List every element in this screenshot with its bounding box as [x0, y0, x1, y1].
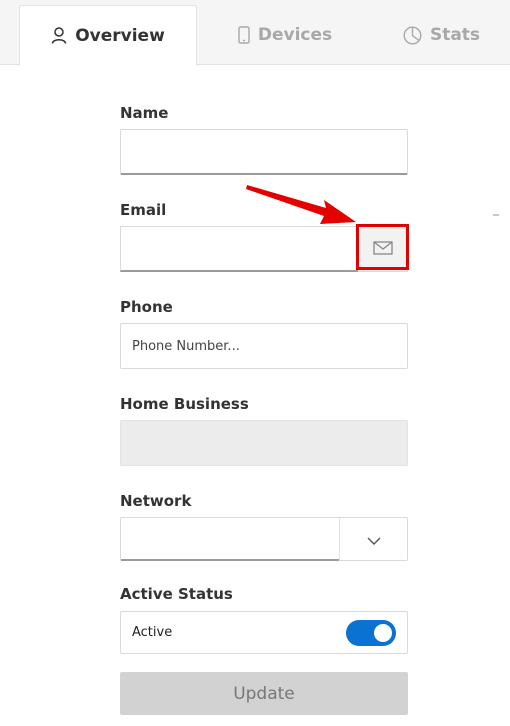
toggle-knob [374, 623, 392, 642]
email-field [120, 226, 408, 272]
tab-overview[interactable]: Overview [19, 5, 197, 66]
name-input[interactable] [121, 130, 407, 173]
divider-mark [493, 214, 499, 216]
tab-stats[interactable]: Stats [373, 5, 510, 65]
email-addon[interactable] [358, 226, 408, 272]
network-select[interactable] [120, 517, 408, 561]
active-status-toggle[interactable] [346, 619, 396, 646]
name-label: Name [120, 104, 169, 122]
email-label: Email [120, 201, 167, 219]
active-status-label: Active Status [120, 585, 233, 603]
phone-label: Phone [120, 298, 173, 316]
home-business-input [121, 421, 407, 465]
tab-bar: Overview Devices Stats [0, 0, 510, 66]
home-business-field [120, 420, 408, 466]
tab-overview-label: Overview [75, 25, 165, 46]
network-dropdown-toggle[interactable] [340, 518, 408, 560]
phone-input[interactable] [121, 324, 407, 368]
pie-chart-icon [403, 25, 422, 45]
user-icon [51, 27, 67, 44]
chevron-down-icon [367, 530, 381, 549]
envelope-icon [373, 240, 393, 259]
tab-devices[interactable]: Devices [197, 5, 373, 65]
email-input-box[interactable] [120, 226, 358, 272]
update-button[interactable]: Update [120, 672, 408, 715]
active-status-text: Active [132, 625, 173, 640]
home-business-label: Home Business [120, 395, 249, 413]
name-field[interactable] [120, 129, 408, 175]
active-status-box: Active [120, 611, 408, 654]
red-arrow-annotation [246, 185, 356, 224]
network-select-value[interactable] [121, 518, 339, 561]
tab-devices-label: Devices [257, 25, 333, 45]
network-label: Network [120, 492, 192, 510]
tab-stats-label: Stats [429, 25, 481, 45]
phone-device-icon [238, 26, 250, 44]
email-input[interactable] [121, 227, 358, 270]
phone-field[interactable] [120, 323, 408, 369]
